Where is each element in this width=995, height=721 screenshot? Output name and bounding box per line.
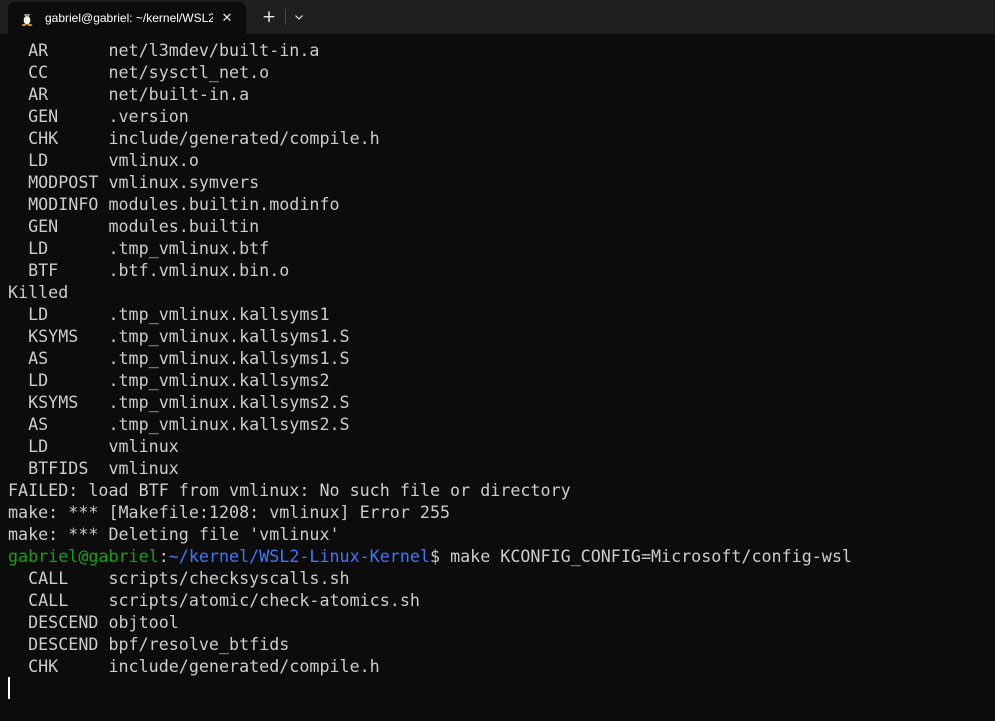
prompt-colon: :: [158, 546, 169, 566]
new-tab-button[interactable]: +: [258, 6, 280, 28]
terminal-line: GEN modules.builtin: [8, 216, 260, 236]
terminal-line: KSYMS .tmp_vmlinux.kallsyms1.S: [8, 326, 350, 346]
terminal-line: Killed: [8, 282, 69, 302]
terminal-line: AR net/l3mdev/built-in.a: [8, 40, 320, 60]
terminal-line: AS .tmp_vmlinux.kallsyms2.S: [8, 414, 350, 434]
tab-title: gabriel@gabriel: ~/kernel/WSL2-Linux-Ker…: [45, 11, 213, 25]
terminal-line: LD .tmp_vmlinux.btf: [8, 238, 270, 258]
prompt-command: make KCONFIG_CONFIG=Microsoft/config-wsl: [450, 546, 852, 566]
terminal-window: gabriel@gabriel: ~/kernel/WSL2-Linux-Ker…: [0, 0, 995, 721]
terminal-line: LD .tmp_vmlinux.kallsyms2: [8, 370, 330, 390]
prompt-user-host: gabriel@gabriel: [8, 546, 159, 566]
text-cursor: [8, 677, 10, 699]
prompt-path: ~/kernel/WSL2-Linux-Kernel: [168, 546, 430, 566]
terminal-line: make: *** [Makefile:1208: vmlinux] Error…: [8, 502, 451, 522]
terminal-line: CALL scripts/atomic/check-atomics.sh: [8, 590, 420, 610]
terminal-line: CALL scripts/checksyscalls.sh: [8, 568, 350, 588]
terminal-line: MODPOST vmlinux.symvers: [8, 172, 260, 192]
tab-separator: [285, 9, 286, 25]
terminal-line: AR net/built-in.a: [8, 84, 250, 104]
terminal-line: MODINFO modules.builtin.modinfo: [8, 194, 340, 214]
terminal-line: AS .tmp_vmlinux.kallsyms1.S: [8, 348, 350, 368]
close-icon[interactable]: ✕: [218, 9, 236, 27]
terminal-line: BTFIDS vmlinux: [8, 458, 179, 478]
terminal-line: GEN .version: [8, 106, 189, 126]
terminal-line: FAILED: load BTF from vmlinux: No such f…: [8, 480, 571, 500]
chevron-down-icon-glyph: [295, 15, 303, 20]
chevron-down-icon[interactable]: [289, 6, 309, 28]
terminal-line: KSYMS .tmp_vmlinux.kallsyms2.S: [8, 392, 350, 412]
terminal-line: LD vmlinux: [8, 436, 179, 456]
terminal-line: LD vmlinux.o: [8, 150, 199, 170]
terminal-line: DESCEND bpf/resolve_btfids: [8, 634, 290, 654]
terminal-line: make: *** Deleting file 'vmlinux': [8, 524, 340, 544]
terminal-line: DESCEND objtool: [8, 612, 179, 632]
terminal-line: CHK include/generated/compile.h: [8, 656, 380, 676]
prompt-line: gabriel@gabriel:~/kernel/WSL2-Linux-Kern…: [8, 545, 995, 567]
cursor-line: [8, 677, 995, 699]
prompt-symbol: $: [429, 546, 451, 566]
terminal-line: LD .tmp_vmlinux.kallsyms1: [8, 304, 330, 324]
tab-bar: gabriel@gabriel: ~/kernel/WSL2-Linux-Ker…: [0, 0, 995, 34]
terminal-output[interactable]: AR net/l3mdev/built-in.a CC net/sysctl_n…: [0, 39, 995, 721]
terminal-line: CC net/sysctl_net.o: [8, 62, 270, 82]
terminal-line: CHK include/generated/compile.h: [8, 128, 380, 148]
linux-penguin-icon: [21, 12, 33, 26]
terminal-line: BTF .btf.vmlinux.bin.o: [8, 260, 290, 280]
tab-terminal[interactable]: gabriel@gabriel: ~/kernel/WSL2-Linux-Ker…: [8, 2, 246, 34]
